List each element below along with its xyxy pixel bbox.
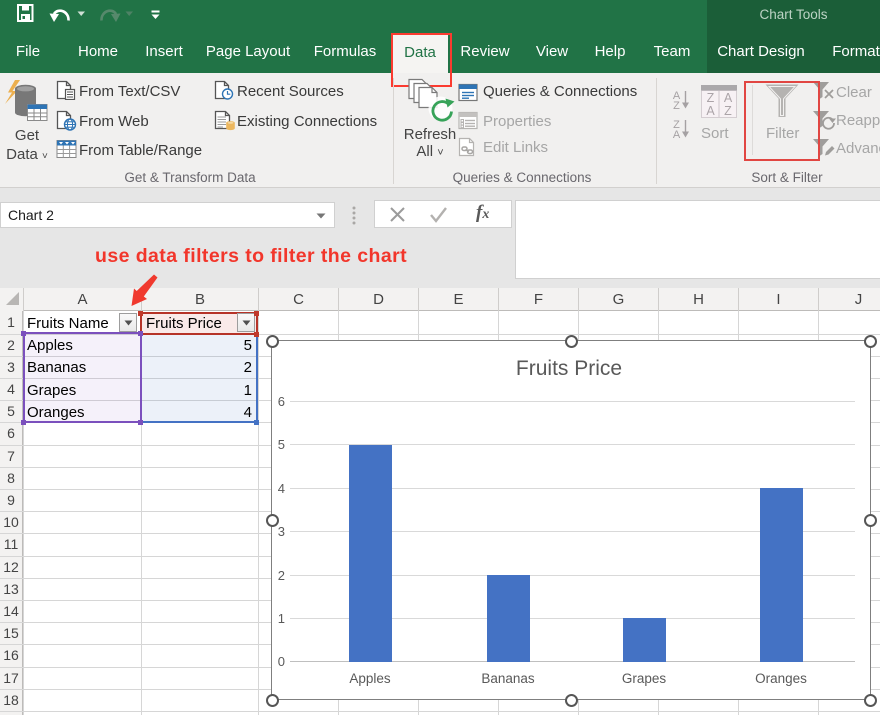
svg-text:Apples: Apples — [349, 671, 391, 686]
svg-text:Z: Z — [673, 100, 680, 111]
svg-text:A: A — [673, 129, 681, 140]
svg-text:0: 0 — [278, 654, 285, 669]
svg-text:6: 6 — [278, 394, 285, 409]
svg-text:Z: Z — [724, 104, 732, 118]
svg-text:2: 2 — [278, 568, 285, 583]
svg-text:Grapes: Grapes — [622, 671, 667, 686]
svg-text:Fruits Price: Fruits Price — [516, 357, 622, 380]
svg-text:3: 3 — [278, 524, 285, 539]
svg-text:Z: Z — [707, 91, 715, 105]
svg-text:1: 1 — [278, 611, 285, 626]
svg-text:4: 4 — [278, 481, 285, 496]
svg-text:A: A — [724, 91, 733, 105]
svg-text:A: A — [706, 104, 715, 118]
svg-text:Oranges: Oranges — [755, 671, 807, 686]
svg-text:5: 5 — [278, 437, 285, 452]
svg-text:Bananas: Bananas — [481, 671, 535, 686]
